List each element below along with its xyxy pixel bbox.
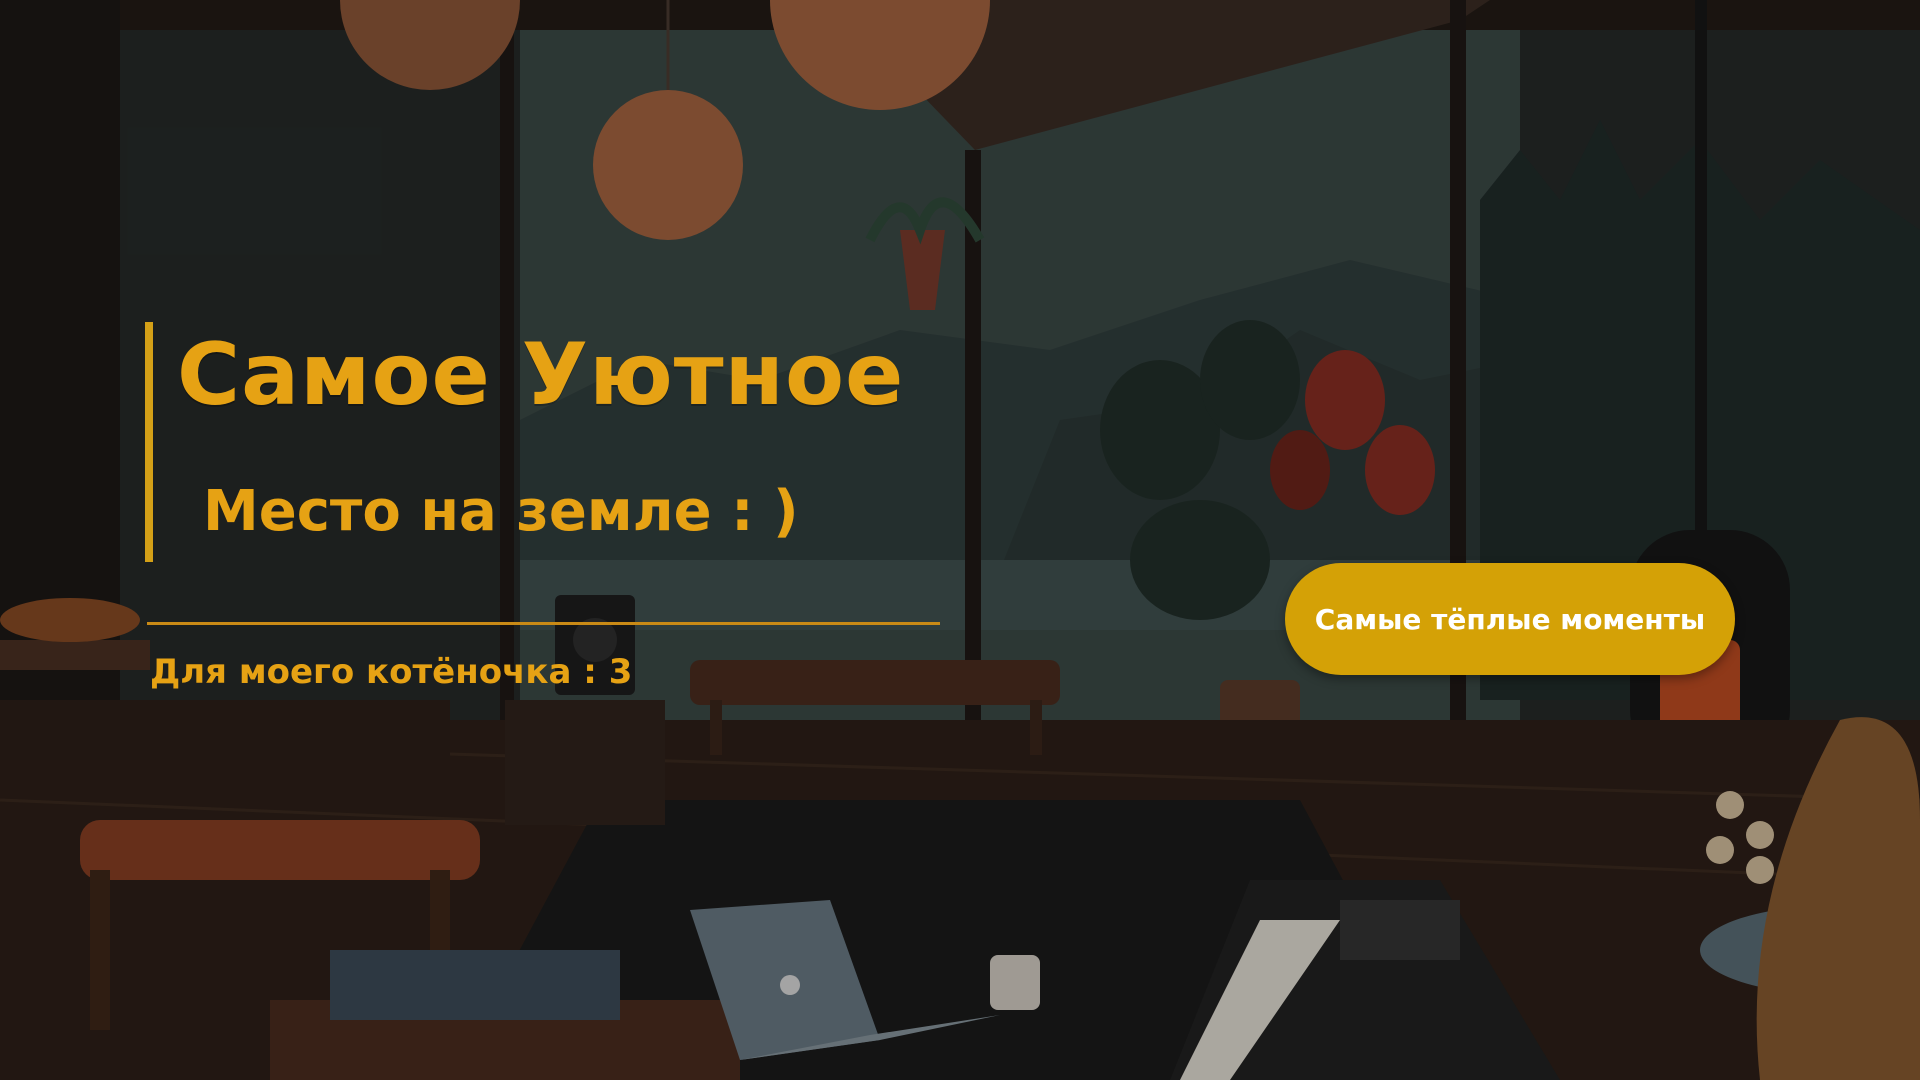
divider-line xyxy=(147,622,940,625)
warm-moments-button[interactable]: Самые тёплые моменты xyxy=(1285,563,1735,675)
hero-subtitle: Место на земле : ) xyxy=(203,479,799,544)
hero-block: Самое Уютное Место на земле : ) xyxy=(145,322,945,562)
hero-title: Самое Уютное xyxy=(177,325,905,425)
hero-accent-bar xyxy=(145,322,153,562)
dedication-text: Для моего котёночка : 3 xyxy=(150,652,633,692)
